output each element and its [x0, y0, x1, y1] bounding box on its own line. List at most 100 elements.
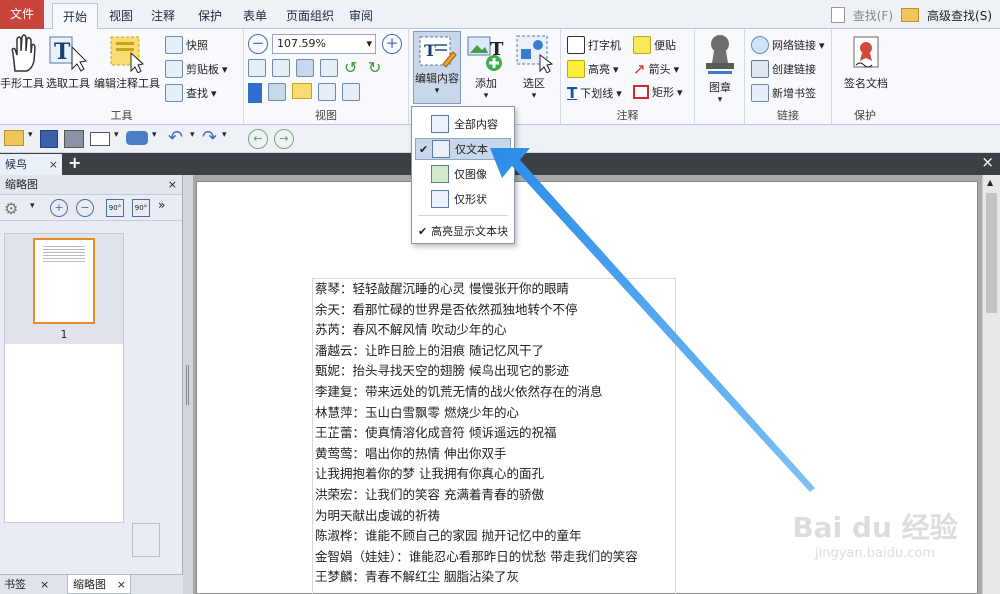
clipboard-button[interactable]: 剪贴板 ▾ — [165, 60, 228, 78]
menu-item-shape-only[interactable]: 仅形状 — [415, 188, 511, 210]
add-button[interactable]: T 添加 ▾ — [463, 33, 509, 101]
sign-document-button[interactable]: 签名文档 — [838, 33, 894, 91]
tab-home[interactable]: 开始 — [52, 3, 99, 30]
email-icon[interactable] — [90, 132, 110, 146]
close-icon[interactable]: × — [168, 175, 177, 195]
actual-size-icon[interactable] — [248, 59, 266, 77]
select-area-button[interactable]: 选区 ▾ — [511, 33, 557, 101]
attachment-icon[interactable] — [318, 83, 336, 101]
view-row-1: ↺ ↻ — [248, 59, 386, 77]
redo-icon[interactable]: ↷ — [202, 127, 217, 148]
more-options-icon[interactable]: » — [158, 198, 165, 212]
chevron-down-icon[interactable]: ▾ — [222, 130, 227, 140]
page-number: 1 — [60, 328, 68, 341]
menu-item-text-only[interactable]: ✔ 仅文本 — [415, 138, 511, 160]
page-thumbnail[interactable] — [33, 238, 95, 324]
advanced-find-button[interactable]: 高级查找(S) — [927, 7, 992, 24]
chevron-down-icon[interactable]: ▾ — [114, 130, 119, 140]
forward-icon[interactable]: → — [274, 129, 294, 149]
stamp-button[interactable]: 图章 ▾ — [697, 33, 743, 105]
close-icon[interactable]: × — [40, 578, 49, 591]
back-icon[interactable]: ← — [248, 129, 268, 149]
chevron-down-icon[interactable]: ▾ — [190, 130, 195, 140]
fit-width-icon[interactable] — [296, 59, 314, 77]
scrollbar-thumb[interactable] — [986, 193, 997, 313]
tab-comment[interactable]: 注释 — [141, 3, 185, 29]
edit-content-button[interactable]: T 编辑内容 ▾ — [413, 31, 461, 104]
tab-thumbnails[interactable]: 缩略图 × — [67, 575, 131, 594]
create-link-button[interactable]: 创建链接 — [751, 60, 816, 78]
tab-forms[interactable]: 表单 — [233, 3, 277, 29]
chevron-down-icon[interactable]: ▾ — [30, 201, 35, 211]
rotate-left-icon[interactable]: ↺ — [344, 59, 362, 77]
close-icon[interactable]: × — [117, 575, 126, 594]
close-icon[interactable]: × — [981, 153, 994, 171]
menu-item-image-only[interactable]: 仅图像 — [415, 163, 511, 185]
hand-tool-button[interactable]: 手形工具 — [0, 33, 44, 91]
bookmark-icon[interactable] — [248, 83, 262, 103]
fit-page-icon[interactable] — [272, 59, 290, 77]
scroll-up-icon[interactable]: ▲ — [987, 178, 993, 187]
snapshot-button[interactable]: 快照 — [165, 36, 208, 54]
menu-item-highlight-text-blocks[interactable]: ✔ 高亮显示文本块 — [415, 220, 511, 242]
arrow-button[interactable]: ↗ 箭头 ▾ — [633, 60, 679, 78]
edit-annotation-tool-button[interactable]: 编辑注释工具 — [94, 33, 160, 91]
pages-icon[interactable] — [268, 83, 286, 101]
undo-icon[interactable]: ↶ — [168, 127, 183, 148]
print-icon[interactable] — [64, 130, 84, 148]
find-tool-label: 查找 — [186, 87, 208, 100]
tab-review[interactable]: 审阅 — [339, 3, 383, 29]
rectangle-button[interactable]: 矩形 ▾ — [633, 84, 683, 100]
select-tool-button[interactable]: T 选取工具 — [44, 33, 92, 91]
tab-file[interactable]: 文件 — [0, 0, 44, 29]
document-text-line: 王梦麟：青春不解红尘 胭脂沾染了灰 — [315, 569, 519, 585]
camera-icon — [165, 36, 183, 54]
underline-button[interactable]: T 下划线 ▾ — [567, 84, 622, 102]
snapshot-label: 快照 — [186, 39, 208, 52]
highlight-icon — [567, 60, 585, 78]
menu-item-all-content[interactable]: 全部内容 — [415, 113, 511, 135]
zoom-in-button[interactable]: + — [382, 34, 402, 54]
view-row-2 — [248, 83, 360, 103]
text-block[interactable]: 蔡琴：轻轻敲醒沉睡的心灵 慢慢张开你的眼睛 余天：看那忙碌的世界是否依然孤独地转个… — [312, 278, 676, 594]
tab-protect[interactable]: 保护 — [188, 3, 232, 29]
protect-group: 签名文档 保护 — [832, 29, 898, 125]
rotate-90-left-icon[interactable]: 90° — [106, 199, 124, 217]
zoom-out-icon[interactable]: − — [76, 199, 94, 217]
pages-watermark-icon — [132, 523, 160, 557]
chevron-down-icon[interactable]: ▾ — [28, 130, 33, 140]
rotate-90-right-icon[interactable]: 90° — [132, 199, 150, 217]
zoom-field[interactable]: 107.59% ▾ — [272, 34, 376, 54]
save-icon[interactable] — [40, 130, 58, 148]
find-tool-button[interactable]: 查找 ▾ — [165, 84, 217, 102]
web-link-button[interactable]: 网络链接 ▾ — [751, 36, 825, 54]
typewriter-button[interactable]: 打字机 — [567, 36, 621, 54]
panel-toolbar: ⚙ ▾ + − 90° 90° » — [0, 195, 182, 221]
open-folder-icon[interactable] — [4, 130, 24, 146]
zoom-in-icon[interactable]: + — [50, 199, 68, 217]
new-tab-icon[interactable]: + — [68, 153, 81, 172]
zoom-out-button[interactable]: − — [248, 34, 268, 54]
fit-visible-icon[interactable] — [320, 59, 338, 77]
tab-bookmarks[interactable]: 书签 × — [4, 575, 49, 594]
document-text-line: 甄妮：抬头寻找天空的翅膀 候鸟出现它的影迹 — [315, 363, 569, 379]
note-button[interactable]: 便贴 — [633, 36, 676, 54]
tab-page-organize[interactable]: 页面组织 — [276, 3, 344, 29]
rotate-right-icon[interactable]: ↻ — [368, 59, 386, 77]
close-icon[interactable]: × — [49, 154, 58, 175]
layers-icon[interactable] — [342, 83, 360, 101]
document-text-line: 金智娟（娃娃）：谁能忍心看那昨日的忧愁 带走我们的笑容 — [315, 548, 638, 564]
chevron-down-icon[interactable]: ▾ — [152, 130, 157, 140]
tab-view[interactable]: 视图 — [99, 3, 143, 29]
find-button[interactable]: 查找(F) — [853, 7, 893, 24]
gear-icon[interactable]: ⚙ — [4, 199, 18, 218]
underline-label: 下划线 — [580, 87, 614, 100]
scanner-icon[interactable] — [126, 131, 148, 145]
new-bookmark-button[interactable]: 新增书签 — [751, 84, 816, 102]
panel-splitter[interactable] — [183, 175, 193, 594]
comment-icon[interactable] — [292, 83, 312, 99]
document-text-line: 洪荣宏：让我们的笑容 充满着青春的骄傲 — [315, 486, 544, 502]
highlight-button[interactable]: 高亮 ▾ — [567, 60, 619, 78]
document-text-line: 蔡琴：轻轻敲醒沉睡的心灵 慢慢张开你的眼睛 — [315, 281, 569, 296]
document-tab[interactable]: 候鸟 × — [0, 154, 62, 175]
